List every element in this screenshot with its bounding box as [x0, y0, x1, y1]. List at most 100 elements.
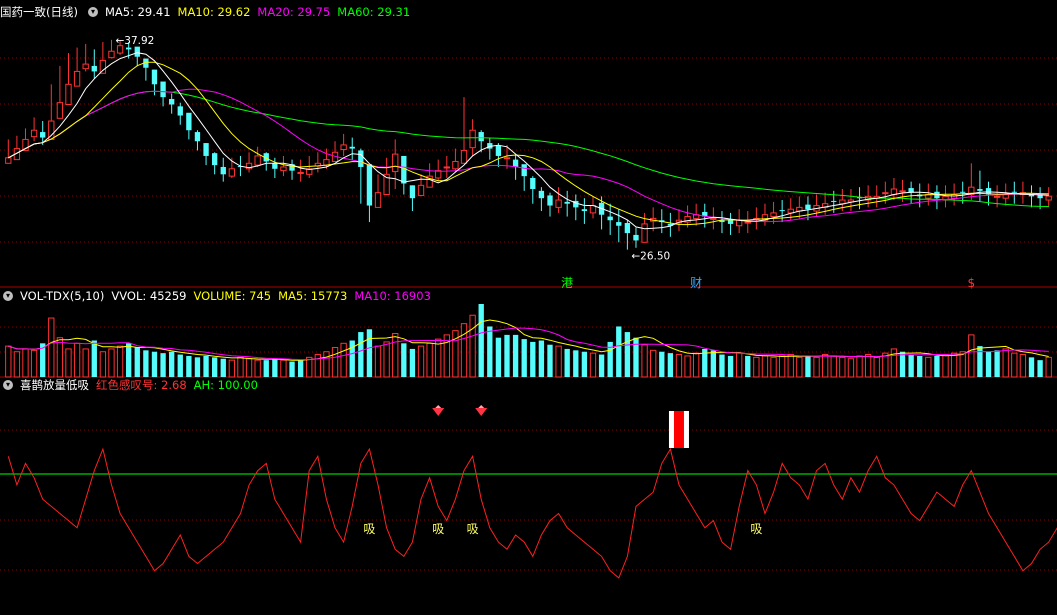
candle-body	[805, 204, 811, 210]
volume-bar	[401, 343, 407, 377]
volume-bar	[160, 353, 166, 377]
volume-bar	[675, 354, 683, 378]
candle-body	[555, 199, 562, 208]
collapse-toggle-icon[interactable]: ▾	[3, 379, 13, 390]
candle-body	[272, 163, 278, 169]
volume-bar	[770, 356, 777, 378]
volume-bar	[460, 323, 468, 378]
volume-bar	[950, 352, 958, 378]
volume-bar	[126, 343, 132, 377]
candle-body	[392, 153, 399, 173]
volume-bar	[847, 358, 855, 378]
volume-bar	[22, 348, 29, 378]
volume-bar	[873, 356, 880, 378]
volume-bar	[99, 351, 107, 378]
volume-bar	[564, 348, 570, 377]
volume-bar	[856, 355, 863, 378]
volume-indicator-2: MA5: 15773	[278, 289, 348, 303]
candle-body	[366, 164, 373, 206]
volume-bar	[985, 351, 992, 377]
volume-bar	[56, 337, 64, 378]
candle-body	[452, 160, 459, 170]
collapse-toggle-icon[interactable]: ▾	[87, 6, 98, 17]
gem-signal-icon	[475, 408, 488, 416]
candle-body	[564, 201, 570, 204]
candle-body	[744, 221, 751, 224]
volume-bar	[719, 354, 725, 377]
volume-bar	[203, 355, 209, 377]
volume-bar	[813, 356, 820, 378]
signal-indicator-0: 红色感叹号: 2.68	[96, 378, 187, 392]
candle-body	[73, 70, 81, 87]
volume-panel-title[interactable]: VOL-TDX(5,10)	[20, 289, 104, 303]
candle-body	[40, 132, 46, 138]
volume-bar	[297, 360, 304, 377]
candle-body	[435, 170, 442, 179]
volume-bar	[254, 359, 261, 378]
price-indicator-0: MA5: 29.41	[104, 5, 171, 19]
event-marker: $	[967, 276, 975, 290]
alert-bar-icon	[673, 411, 684, 448]
candle-body	[641, 223, 648, 243]
volume-bar	[116, 345, 124, 378]
volume-bar	[890, 348, 898, 378]
xi-buy-marker: 吸	[432, 522, 444, 536]
volume-bar	[830, 355, 837, 378]
volume-bar	[358, 332, 364, 377]
volume-indicator-3: MA10: 16903	[354, 289, 431, 303]
volume-bar	[91, 340, 97, 377]
candle-body	[254, 155, 261, 166]
price-panel-header: 国药一致(日线) ▾ MA5: 29.41 MA10: 29.62 MA20: 29.7…	[0, 3, 424, 21]
candle-body	[417, 184, 425, 196]
candle-body	[460, 149, 468, 164]
volume-bar	[1011, 352, 1018, 378]
stock-title[interactable]: 国药一致(日线)	[0, 5, 78, 19]
candle-body	[56, 102, 64, 119]
price-indicator-1: MA10: 29.62	[177, 5, 251, 19]
candle-body	[126, 47, 132, 50]
volume-bar	[30, 349, 38, 378]
volume-bar	[908, 354, 914, 377]
candle-body	[503, 157, 511, 160]
candle-body	[770, 212, 777, 218]
volume-bar	[151, 351, 158, 377]
volume-bar	[821, 354, 829, 378]
volume-bar	[512, 334, 519, 377]
volume-bar	[374, 345, 382, 378]
volume-bar	[598, 354, 605, 377]
collapse-toggle-icon[interactable]: ▾	[3, 290, 13, 301]
candle-body	[160, 81, 166, 98]
volume-bar	[331, 347, 339, 378]
price-indicator-3: MA60: 29.31	[337, 5, 411, 19]
volume-bar	[504, 334, 510, 377]
candle-body	[194, 132, 201, 142]
candle-body	[358, 150, 364, 167]
candle-body	[616, 222, 622, 226]
volume-bar	[555, 345, 562, 378]
candle-body	[735, 219, 743, 227]
volume-bar	[942, 354, 949, 378]
volume-bar	[340, 342, 347, 378]
volume-bar	[435, 338, 442, 378]
volume-bar	[82, 348, 89, 378]
candle-body	[169, 98, 175, 105]
stock-chart-canvas[interactable]: ←37.92 ←26.50 港 财 $ 吸 吸 吸 吸	[0, 0, 1057, 615]
volume-indicator-0: VVOL: 45259	[111, 289, 187, 303]
candle-body	[993, 195, 1001, 198]
volume-bar	[426, 342, 433, 378]
volume-bar	[177, 354, 183, 377]
volume-bar	[547, 344, 553, 377]
candle-body	[30, 129, 38, 138]
candle-body	[831, 200, 837, 202]
candle-body	[323, 159, 330, 166]
volume-bar	[323, 351, 330, 378]
volume-bar	[306, 356, 313, 378]
candle-body	[839, 199, 846, 205]
volume-bar	[925, 356, 932, 378]
signal-panel-title[interactable]: 喜鹊放量低吸	[20, 378, 89, 392]
candle-body	[607, 216, 613, 221]
volume-bar	[314, 354, 322, 378]
candle-body	[581, 209, 588, 212]
candle-body	[297, 171, 304, 174]
volume-bar	[272, 358, 278, 377]
